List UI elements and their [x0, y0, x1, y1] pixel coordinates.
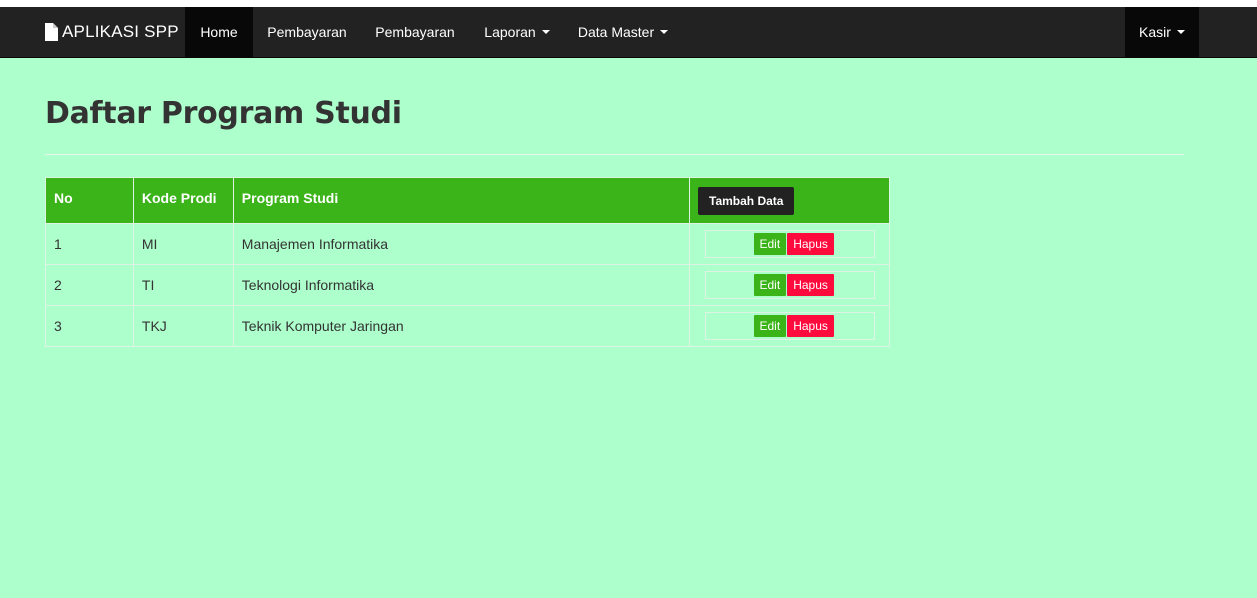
edit-button[interactable]: Edit: [753, 274, 787, 296]
caret-down-icon: [660, 30, 669, 34]
nav-pembayaran-1-label: Pembayaran: [267, 24, 347, 40]
cell-program-studi: Teknik Komputer Jaringan: [232, 305, 691, 347]
cell-actions: Edit Hapus: [689, 264, 890, 306]
brand-link[interactable]: APLIKASI SPP: [45, 7, 179, 57]
nav-data-master-label: Data Master: [577, 24, 655, 40]
cell-no: 3: [45, 305, 134, 347]
title-divider: [45, 154, 1184, 155]
edit-button[interactable]: Edit: [753, 315, 787, 337]
cell-actions: Edit Hapus: [689, 223, 890, 265]
action-group: Edit Hapus: [704, 312, 875, 340]
cell-kode-prodi: MI: [132, 223, 234, 265]
delete-button[interactable]: Hapus: [787, 315, 834, 337]
cell-actions: Edit Hapus: [689, 305, 890, 347]
table-row: 1 MI Manajemen Informatika Edit Hapus: [45, 223, 890, 265]
nav-pembayaran-2-label: Pembayaran: [375, 24, 455, 40]
action-group: Edit Hapus: [704, 271, 875, 299]
add-data-button[interactable]: Tambah Data: [698, 187, 795, 215]
file-icon: [45, 23, 58, 41]
cell-kode-prodi: TKJ: [132, 305, 234, 347]
nav-home[interactable]: Home: [185, 7, 253, 57]
nav-pembayaran-2[interactable]: Pembayaran: [361, 7, 469, 57]
caret-down-icon: [1176, 30, 1185, 34]
caret-down-icon: [541, 30, 550, 34]
cell-program-studi: Manajemen Informatika: [232, 223, 691, 265]
nav-pembayaran-1[interactable]: Pembayaran: [253, 7, 361, 57]
edit-button[interactable]: Edit: [753, 233, 787, 255]
top-navbar: APLIKASI SPP Home Pembayaran Pembayaran …: [0, 7, 1257, 58]
browser-top-strip: [0, 0, 1257, 7]
page-title: Daftar Program Studi: [45, 96, 402, 131]
prodi-table: No Kode Prodi Program Studi Tambah Data …: [45, 177, 890, 347]
delete-button[interactable]: Hapus: [787, 233, 834, 255]
table-row: 2 TI Teknologi Informatika Edit Hapus: [45, 264, 890, 306]
cell-program-studi: Teknologi Informatika: [232, 264, 691, 306]
header-actions: Tambah Data: [689, 177, 890, 224]
nav-home-label: Home: [200, 24, 238, 40]
table-row: 3 TKJ Teknik Komputer Jaringan Edit Hapus: [45, 305, 890, 347]
brand-label: APLIKASI SPP: [62, 22, 179, 41]
nav-laporan-dropdown[interactable]: Laporan: [469, 7, 565, 57]
action-group: Edit Hapus: [704, 230, 875, 258]
cell-kode-prodi: TI: [132, 264, 234, 306]
delete-button[interactable]: Hapus: [787, 274, 834, 296]
user-menu-label: Kasir: [1139, 24, 1171, 40]
user-menu-dropdown[interactable]: Kasir: [1125, 7, 1199, 57]
cell-no: 1: [45, 223, 134, 265]
header-no: No: [45, 177, 134, 224]
header-program-studi: Program Studi: [232, 177, 691, 224]
cell-no: 2: [45, 264, 134, 306]
nav-data-master-dropdown[interactable]: Data Master: [565, 7, 681, 57]
nav-laporan-label: Laporan: [484, 24, 536, 40]
header-kode-prodi: Kode Prodi: [132, 177, 234, 224]
table-header-row: No Kode Prodi Program Studi Tambah Data: [45, 177, 890, 224]
